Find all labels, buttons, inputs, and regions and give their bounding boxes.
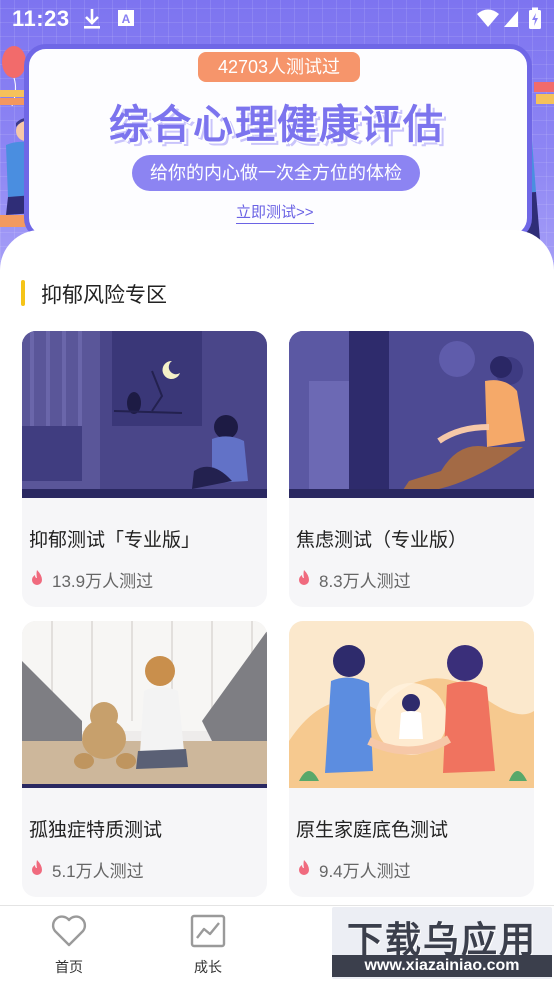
- card-title: 原生家庭底色测试: [296, 820, 449, 841]
- nav-item-growth[interactable]: 成长: [168, 914, 248, 977]
- svg-text:A: A: [122, 12, 131, 26]
- test-card-autism[interactable]: 孤独症特质测试 5.1万人测过: [22, 621, 267, 897]
- nav-label-growth: 成长: [194, 959, 222, 975]
- flame-icon: [299, 570, 309, 585]
- card-stat: 9.4万人测过: [319, 862, 411, 881]
- card-title: 焦虑测试（专业版）: [296, 530, 468, 551]
- start-test-link[interactable]: 立即测试>>: [236, 201, 314, 224]
- section-accent-bar: [21, 280, 25, 306]
- wifi-icon: [477, 9, 499, 27]
- flame-icon: [32, 570, 42, 585]
- heart-icon: [51, 915, 87, 947]
- banner-title: 综合心理健康评估: [109, 103, 445, 147]
- parents-holding-child-illustration: [289, 621, 534, 788]
- chart-icon: [190, 914, 226, 948]
- download-icon: [84, 9, 100, 29]
- text-input-icon: A: [118, 10, 134, 26]
- nav-item-home[interactable]: 首页: [29, 914, 109, 977]
- site-watermark: 下载乌应用 www.xiazainiao.com: [332, 907, 552, 979]
- card-title: 孤独症特质测试: [29, 820, 163, 841]
- card-title: 抑郁测试「专业版」: [29, 530, 201, 551]
- nav-label-home: 首页: [55, 959, 83, 975]
- card-stat: 5.1万人测过: [52, 862, 144, 881]
- test-card-depression[interactable]: 抑郁测试「专业版」 13.9万人测过: [22, 331, 267, 607]
- banner-subtitle: 给你的内心做一次全方位的体检: [132, 155, 420, 191]
- battery-icon: [529, 7, 541, 29]
- section-title: 抑郁风险专区: [41, 284, 167, 307]
- watermark-url: www.xiazainiao.com: [332, 955, 552, 977]
- status-time: 11:23: [12, 6, 70, 31]
- status-bar: 11:23 A: [0, 0, 554, 38]
- tested-count-badge: 42703人测试过: [198, 52, 360, 82]
- girl-with-teddy-bear-photo: [22, 621, 267, 788]
- card-stat: 13.9万人测过: [52, 572, 154, 591]
- test-card-anxiety[interactable]: 焦虑测试（专业版） 8.3万人测过: [289, 331, 534, 607]
- flame-icon: [299, 860, 309, 875]
- test-card-family[interactable]: 原生家庭底色测试 9.4万人测过: [289, 621, 534, 897]
- card-stat: 8.3万人测过: [319, 572, 411, 591]
- man-sitting-on-floor-illustration: [289, 331, 534, 498]
- flame-icon: [32, 860, 42, 875]
- boy-at-night-window-illustration: [22, 331, 267, 498]
- signal-icon: [504, 11, 518, 27]
